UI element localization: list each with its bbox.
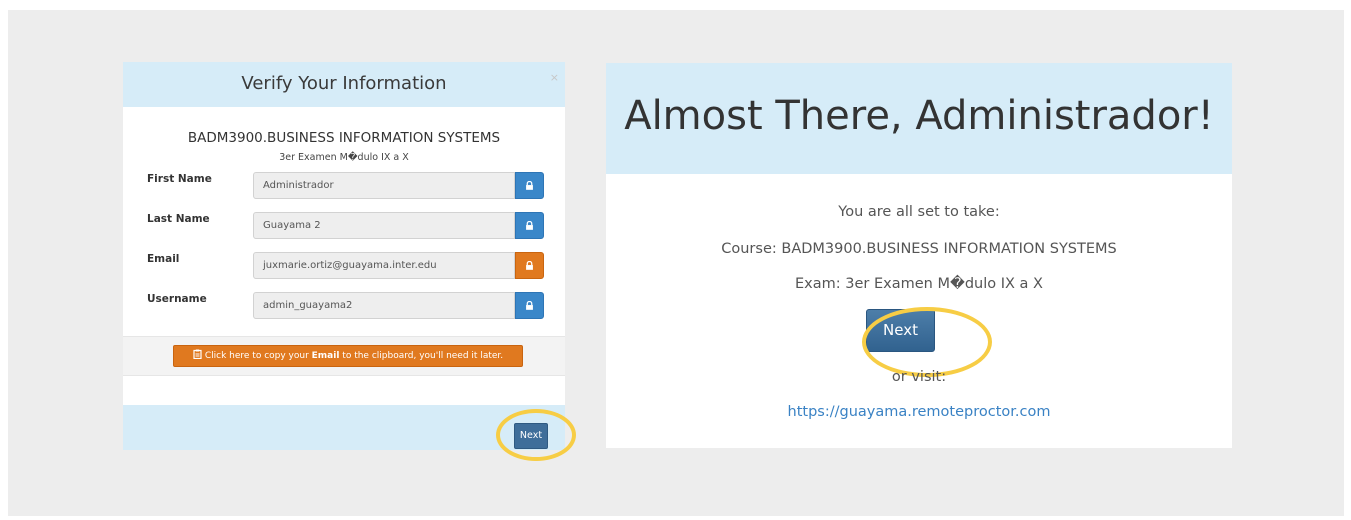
- first-name-field[interactable]: Administrador: [253, 172, 515, 199]
- last-name-lock-button[interactable]: [515, 212, 544, 239]
- clipboard-icon: [193, 349, 202, 360]
- close-icon[interactable]: ×: [550, 71, 559, 84]
- highlight-ring: [862, 307, 992, 377]
- modal-header: Verify Your Information ×: [123, 62, 565, 107]
- course-name: BADM3900.BUSINESS INFORMATION SYSTEMS: [187, 130, 501, 146]
- ready-text: You are all set to take:: [838, 204, 1000, 220]
- copy-bar: Click here to copy your Email to the cli…: [123, 336, 565, 376]
- exam-name: 3er Examen M�dulo IX a X: [279, 152, 409, 163]
- copy-prefix-text: Click here to copy your: [204, 351, 312, 361]
- course-text: Course: BADM3900.BUSINESS INFORMATION SY…: [721, 241, 1117, 257]
- copy-suffix-text: to the clipboard, you'll need it later.: [339, 351, 504, 361]
- verify-modal: Verify Your Information × BADM3900.BUSIN…: [123, 62, 576, 461]
- username-label: Username: [147, 293, 207, 305]
- lock-icon: [526, 261, 533, 270]
- username-field[interactable]: admin_guayama2: [253, 292, 515, 319]
- panel-title: Almost There, Administrador!: [624, 93, 1214, 139]
- remoteproctor-link[interactable]: https://guayama.remoteproctor.com: [606, 404, 1232, 420]
- first-name-label: First Name: [147, 173, 212, 185]
- last-name-label: Last Name: [147, 213, 210, 225]
- or-visit-text: or visit:: [891, 369, 947, 385]
- panel-header: Almost There, Administrador!: [606, 63, 1232, 174]
- email-field[interactable]: juxmarie.ortiz@guayama.inter.edu: [253, 252, 515, 279]
- modal-title: Verify Your Information: [241, 73, 447, 94]
- copy-email-emphasis: Email: [311, 351, 340, 361]
- last-name-field[interactable]: Guayama 2: [253, 212, 515, 239]
- lock-icon: [526, 181, 533, 190]
- username-lock-button[interactable]: [515, 292, 544, 319]
- ready-panel: Almost There, Administrador! You are all…: [606, 63, 1232, 448]
- lock-icon: [526, 301, 533, 310]
- exam-text: Exam: 3er Examen M�dulo IX a X: [795, 276, 1043, 292]
- highlight-ring: [496, 409, 576, 461]
- email-lock-button[interactable]: [515, 252, 544, 279]
- copy-email-button[interactable]: Click here to copy your Email to the cli…: [173, 345, 523, 367]
- lock-icon: [526, 221, 533, 230]
- email-label: Email: [147, 253, 180, 265]
- first-name-lock-button[interactable]: [515, 172, 544, 199]
